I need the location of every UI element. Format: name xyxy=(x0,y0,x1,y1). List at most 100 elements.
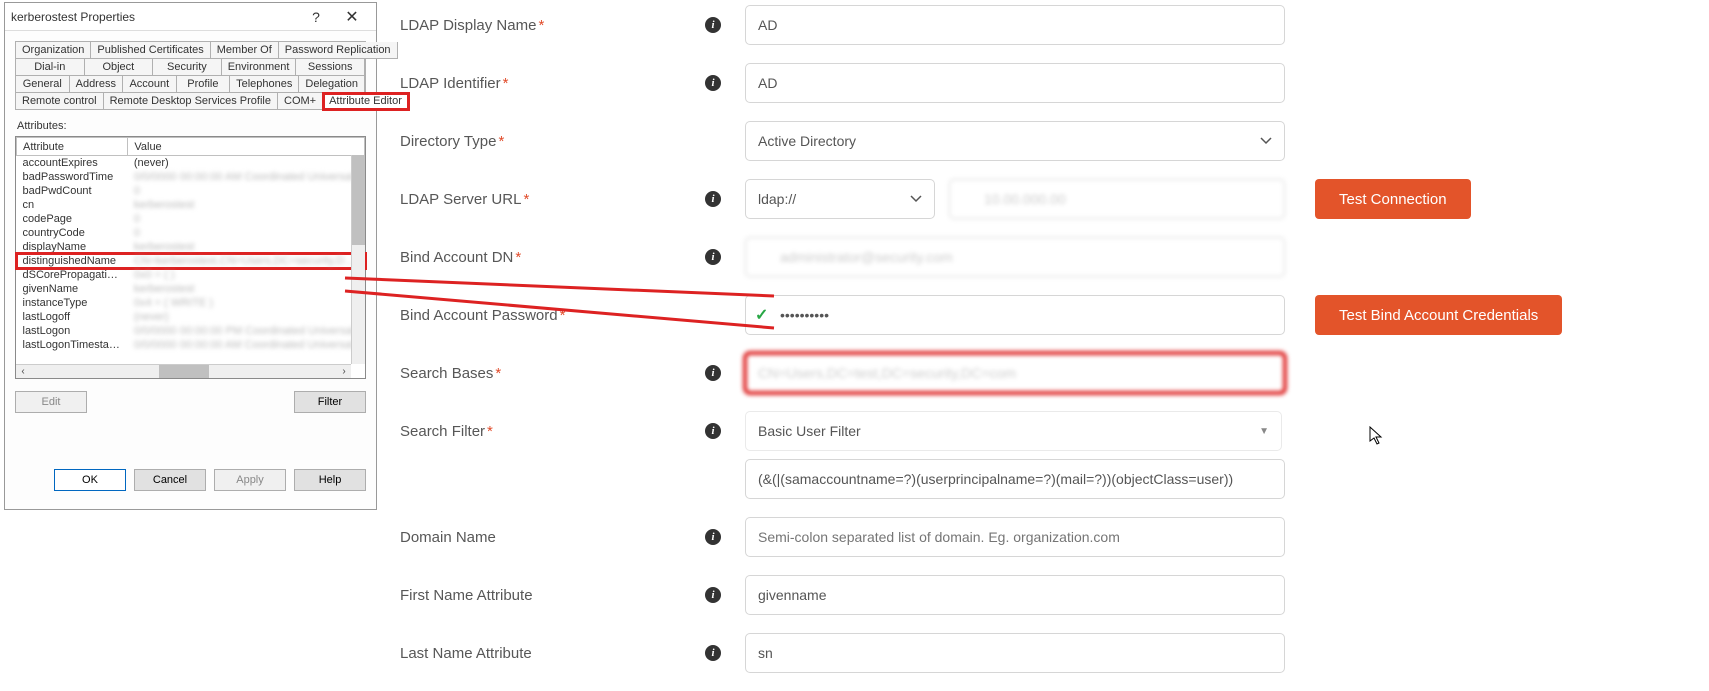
table-row[interactable]: badPwdCount0 xyxy=(17,184,365,198)
label-bind-password: Bind Account Password* xyxy=(400,307,705,324)
help-titlebar-button[interactable]: ? xyxy=(298,7,334,27)
first-name-attr-input[interactable] xyxy=(745,575,1285,615)
info-icon[interactable]: i xyxy=(705,529,721,545)
domain-name-input[interactable] xyxy=(745,517,1285,557)
table-row[interactable]: displayNamekerberostest xyxy=(17,240,365,254)
info-icon[interactable]: i xyxy=(705,75,721,91)
info-icon[interactable]: i xyxy=(705,587,721,603)
attr-value: 0 xyxy=(128,184,365,198)
table-row[interactable]: lastLogonTimestamp0/0/0000 00:00:00 AM C… xyxy=(17,338,365,352)
tab-com+[interactable]: COM+ xyxy=(278,93,323,110)
vertical-scroll-thumb[interactable] xyxy=(352,155,365,245)
ldap-host-input[interactable] xyxy=(949,179,1285,219)
attr-name: badPwdCount xyxy=(17,184,128,198)
attribute-table[interactable]: Attribute Value accountExpires(never)bad… xyxy=(16,137,365,352)
mouse-cursor-icon xyxy=(1369,426,1385,451)
table-row[interactable]: givenNamekerberostest xyxy=(17,282,365,296)
tab-published-certificates[interactable]: Published Certificates xyxy=(91,42,210,59)
label-directory-type: Directory Type* xyxy=(400,133,705,150)
search-bases-input[interactable] xyxy=(745,353,1285,393)
ok-button[interactable]: OK xyxy=(54,469,126,491)
properties-dialog: kerberostest Properties ? ✕ Organization… xyxy=(4,2,377,510)
attr-value: 0 xyxy=(128,212,365,226)
label-bind-dn: Bind Account DN* xyxy=(400,249,705,266)
close-titlebar-button[interactable]: ✕ xyxy=(334,7,370,27)
table-row[interactable]: distinguishedNameCN=kerberostest,CN=User… xyxy=(17,254,365,268)
ldap-identifier-input[interactable] xyxy=(745,63,1285,103)
tab-security[interactable]: Security xyxy=(153,59,222,76)
attr-value: 0/0/0000 00:00:00 AM Coordinated Univers… xyxy=(128,170,365,184)
attr-value: (never) xyxy=(128,310,365,324)
cancel-button[interactable]: Cancel xyxy=(134,469,206,491)
test-connection-button[interactable]: Test Connection xyxy=(1315,179,1471,219)
attr-value: CN=kerberostest,CN=Users,DC=security,DC=… xyxy=(128,254,365,268)
tab-account[interactable]: Account xyxy=(123,76,177,93)
label-ldap-identifier: LDAP Identifier* xyxy=(400,75,705,92)
info-icon[interactable]: i xyxy=(705,365,721,381)
table-row[interactable]: accountExpires(never) xyxy=(17,156,365,171)
search-filter-select[interactable]: Basic User Filter ▼ xyxy=(745,411,1282,451)
attr-value: 0x0 = ( ) xyxy=(128,268,365,282)
attr-value: kerberostest xyxy=(128,198,365,212)
tab-object[interactable]: Object xyxy=(85,59,154,76)
ldap-display-name-input[interactable] xyxy=(745,5,1285,45)
table-row[interactable]: lastLogoff(never) xyxy=(17,310,365,324)
scroll-left-arrow-icon[interactable]: ‹ xyxy=(16,365,30,378)
tab-remote-control[interactable]: Remote control xyxy=(16,93,104,110)
attr-value: 0/0/0000 00:00:00 PM Coordinated Univers… xyxy=(128,324,365,338)
info-icon[interactable]: i xyxy=(705,423,721,439)
info-icon[interactable]: i xyxy=(705,17,721,33)
tab-telephones[interactable]: Telephones xyxy=(230,76,299,93)
tab-member-of[interactable]: Member Of xyxy=(211,42,279,59)
info-icon[interactable]: i xyxy=(705,249,721,265)
attr-name: lastLogon xyxy=(17,324,128,338)
bind-dn-input[interactable] xyxy=(745,237,1285,277)
help-button[interactable]: Help xyxy=(294,469,366,491)
bind-password-input[interactable] xyxy=(745,295,1285,335)
tab-delegation[interactable]: Delegation xyxy=(299,76,365,93)
test-bind-credentials-button[interactable]: Test Bind Account Credentials xyxy=(1315,295,1562,335)
col-value[interactable]: Value xyxy=(128,138,365,156)
ldap-scheme-select[interactable]: ldap:// xyxy=(745,179,935,219)
tab-attribute-editor[interactable]: Attribute Editor xyxy=(323,93,409,110)
tab-remote-desktop-services-profile[interactable]: Remote Desktop Services Profile xyxy=(104,93,278,110)
tab-password-replication[interactable]: Password Replication xyxy=(279,42,398,59)
label-last-name-attr: Last Name Attribute xyxy=(400,645,705,662)
info-icon[interactable]: i xyxy=(705,645,721,661)
tab-organization[interactable]: Organization xyxy=(16,42,91,59)
directory-type-select[interactable]: Active Directory xyxy=(745,121,1285,161)
search-filter-value: Basic User Filter xyxy=(758,423,861,439)
label-ldap-display-name: LDAP Display Name* xyxy=(400,17,705,34)
tab-profile[interactable]: Profile xyxy=(177,76,231,93)
info-icon[interactable]: i xyxy=(705,191,721,207)
last-name-attr-input[interactable] xyxy=(745,633,1285,673)
tab-general[interactable]: General xyxy=(16,76,70,93)
table-row[interactable]: cnkerberostest xyxy=(17,198,365,212)
table-row[interactable]: dSCorePropagationD...0x0 = ( ) xyxy=(17,268,365,282)
tab-environment[interactable]: Environment xyxy=(222,59,297,76)
search-filter-expr-input[interactable] xyxy=(745,459,1285,499)
edit-button[interactable]: Edit xyxy=(15,391,87,413)
table-row[interactable]: badPasswordTime0/0/0000 00:00:00 AM Coor… xyxy=(17,170,365,184)
tab-sessions[interactable]: Sessions xyxy=(296,59,365,76)
table-row[interactable]: lastLogon0/0/0000 00:00:00 PM Coordinate… xyxy=(17,324,365,338)
chevron-down-icon: ▼ xyxy=(1259,426,1269,437)
horizontal-scroll-thumb[interactable] xyxy=(159,365,209,378)
table-row[interactable]: instanceType0x4 = ( WRITE ) xyxy=(17,296,365,310)
apply-button[interactable]: Apply xyxy=(214,469,286,491)
tab-dial-in[interactable]: Dial-in xyxy=(16,59,85,76)
table-row[interactable]: countryCode0 xyxy=(17,226,365,240)
attr-name: givenName xyxy=(17,282,128,296)
tab-address[interactable]: Address xyxy=(70,76,124,93)
label-search-filter: Search Filter* xyxy=(400,423,705,440)
titlebar: kerberostest Properties ? ✕ xyxy=(5,3,376,31)
horizontal-scrollbar[interactable]: ‹ › xyxy=(16,364,351,378)
table-row[interactable]: codePage0 xyxy=(17,212,365,226)
tabs-container: OrganizationPublished CertificatesMember… xyxy=(15,41,366,110)
attr-name: cn xyxy=(17,198,128,212)
filter-button[interactable]: Filter xyxy=(294,391,366,413)
dialog-title: kerberostest Properties xyxy=(11,10,298,24)
scroll-right-arrow-icon[interactable]: › xyxy=(337,365,351,378)
col-attribute[interactable]: Attribute xyxy=(17,138,128,156)
vertical-scrollbar[interactable] xyxy=(351,155,365,364)
